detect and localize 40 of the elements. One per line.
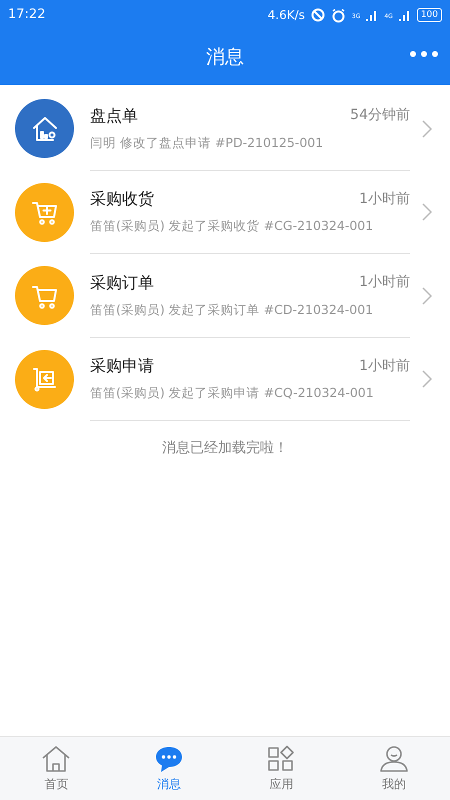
chat-bubble-icon [154, 744, 184, 772]
signal-icon [366, 9, 378, 21]
battery-indicator: 100 [416, 8, 442, 22]
message-title: 采购收货 [90, 188, 154, 210]
chevron-right-icon [422, 120, 432, 138]
user-icon [378, 744, 409, 772]
message-title: 盘点单 [90, 104, 138, 127]
alarm-icon [330, 8, 346, 22]
message-detail: 笛笛(采购员) 发起了采购申请 #CQ-210324-001 [90, 384, 375, 402]
message-item[interactable]: 采购申请 1小时前 笛笛(采购员) 发起了采购申请 #CQ-210324-001 [0, 338, 450, 421]
clock: 17:22 [8, 6, 46, 24]
message-detail: 笛笛(采购员) 发起了采购收货 #CG-210324-001 [90, 217, 374, 236]
message-time: 54分钟前 [350, 106, 410, 126]
chevron-right-icon [422, 286, 432, 305]
message-item[interactable]: 采购收货 1小时前 笛笛(采购员) 发起了采购收货 #CG-210324-001 [0, 170, 450, 254]
message-time: 1小时前 [359, 273, 410, 292]
chevron-right-icon [422, 203, 432, 222]
tab[interactable]: 我的 [338, 737, 450, 800]
apps-grid-icon [267, 744, 296, 772]
network-speed: 4.6K/s [268, 7, 305, 24]
message-item[interactable]: 采购订单 1小时前 笛笛(采购员) 发起了采购订单 #CD-210324-001 [0, 254, 450, 338]
tab[interactable]: 应用 [225, 737, 338, 800]
message-title: 采购订单 [90, 272, 154, 294]
tab[interactable]: 首页 [0, 737, 112, 800]
message-detail: 笛笛(采购员) 发起了采购订单 #CD-210324-001 [90, 300, 374, 319]
message-time: 1小时前 [359, 356, 410, 376]
message-time: 1小时前 [359, 190, 410, 209]
message-item[interactable]: 盘点单 54分钟前 闫明 修改了盘点申请 #PD-210125-001 [0, 87, 450, 170]
do-not-disturb-icon [310, 8, 325, 22]
message-title: 采购申请 [90, 355, 154, 378]
trolley-arrow-icon [30, 365, 58, 394]
more-button[interactable] [408, 49, 440, 59]
page-title: 消息 [206, 45, 244, 70]
chevron-right-icon [422, 370, 432, 388]
home-icon [41, 744, 72, 772]
message-detail: 闫明 修改了盘点申请 #PD-210125-001 [90, 134, 324, 152]
signal-icon [398, 9, 411, 21]
house-chart-icon [30, 114, 58, 143]
tab[interactable]: 消息 [112, 737, 225, 800]
end-of-list-note: 消息已经加载完啦！ [162, 440, 288, 456]
